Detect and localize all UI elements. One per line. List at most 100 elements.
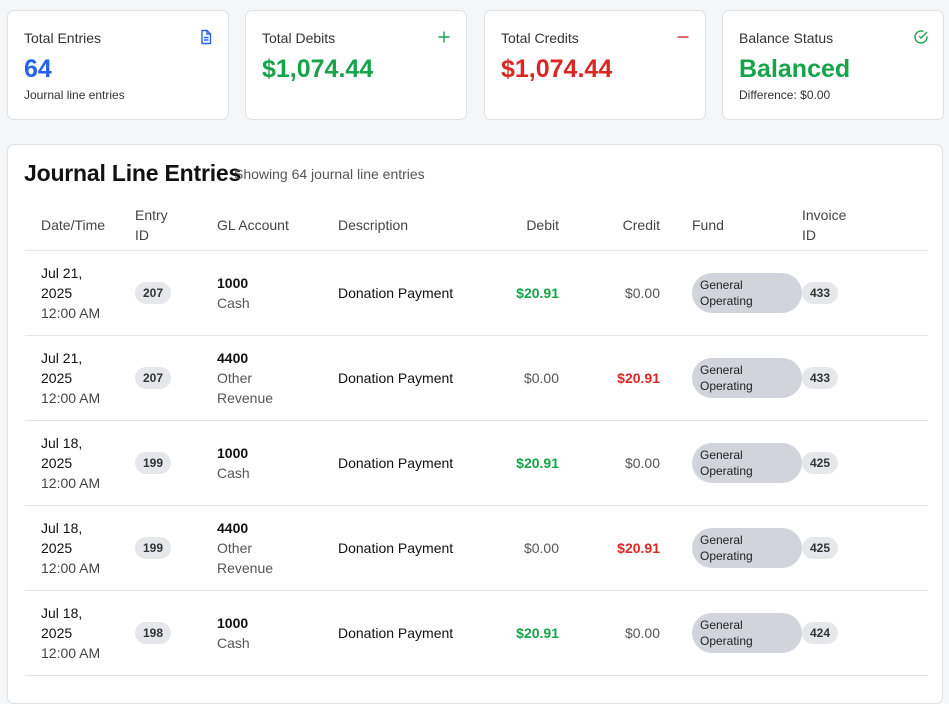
plus-icon	[438, 31, 450, 43]
card-title: Total Debits	[262, 30, 336, 46]
entries-count-text: Showing 64 journal line entries	[234, 166, 425, 182]
description-cell: Donation Payment	[338, 335, 474, 421]
account-name: Other Revenue	[217, 369, 274, 406]
entry-time: 12:00 AM	[41, 304, 101, 321]
card-value: $1,074.44	[501, 55, 613, 83]
entry-time: 12:00 AM	[41, 474, 101, 491]
fund-badge: General Operating	[692, 527, 802, 568]
invoice-id-badge[interactable]: 425	[802, 536, 839, 559]
debit-cell: $20.91	[474, 420, 559, 506]
table-row[interactable]: Jul 18, 2025 12:00 AM 198 1000 Cash Donation …	[25, 590, 928, 676]
invoice-id-cell: 424	[802, 590, 928, 676]
column-header-description[interactable]: Description	[338, 201, 474, 251]
account-name: Cash	[217, 464, 250, 481]
entry-id-badge[interactable]: 207	[135, 366, 172, 389]
credit-cell: $20.91	[559, 335, 660, 421]
column-header-credit[interactable]: Credit	[559, 201, 660, 251]
date-cell: Jul 18, 2025 12:00 AM	[25, 505, 135, 591]
account-name: Cash	[217, 634, 250, 651]
minus-icon	[677, 36, 689, 38]
entry-id-cell: 207	[135, 250, 217, 336]
check-circle-icon	[914, 30, 928, 44]
date-cell: Jul 21, 2025 12:00 AM	[25, 335, 135, 421]
entry-date: Jul 21, 2025	[41, 349, 83, 386]
fund-badge: General Operating	[692, 357, 802, 398]
account-name: Cash	[217, 294, 250, 311]
credit-cell: $0.00	[559, 590, 660, 676]
gl-account-cell: 1000 Cash	[217, 420, 338, 506]
card-title: Total Credits	[501, 30, 579, 46]
entry-time: 12:00 AM	[41, 559, 101, 576]
fund-badge: General Operating	[692, 272, 802, 313]
invoice-id-cell: 425	[802, 505, 928, 591]
description-cell: Donation Payment	[338, 420, 474, 506]
invoice-id-badge[interactable]: 433	[802, 366, 839, 389]
description-cell: Donation Payment	[338, 590, 474, 676]
date-cell: Jul 18, 2025 12:00 AM	[25, 420, 135, 506]
column-header-entry-id-label: Entry ID	[135, 207, 168, 244]
credit-cell: $0.00	[559, 420, 660, 506]
column-header-debit[interactable]: Debit	[474, 201, 559, 251]
entry-time: 12:00 AM	[41, 389, 101, 406]
invoice-id-badge[interactable]: 425	[802, 451, 839, 474]
summary-cards: Total Entries 64 Journal line entries To…	[7, 10, 944, 120]
entry-time: 12:00 AM	[41, 644, 101, 661]
gl-account-cell: 4400 Other Revenue	[217, 335, 338, 421]
date-cell: Jul 18, 2025 12:00 AM	[25, 590, 135, 676]
table-row[interactable]: Jul 21, 2025 12:00 AM 207 4400 Other Revenue…	[25, 335, 928, 421]
debit-cell: $20.91	[474, 250, 559, 336]
total-credits-card: Total Credits $1,074.44	[484, 10, 706, 120]
description-cell: Donation Payment	[338, 505, 474, 591]
fund-cell: General Operating	[660, 420, 802, 506]
table-header-row: Date/Time Entry ID GL Account Descriptio…	[25, 201, 928, 251]
column-header-invoice-id-label: Invoice ID	[802, 207, 847, 244]
entry-id-badge[interactable]: 199	[135, 451, 172, 474]
debit-cell: $0.00	[474, 335, 559, 421]
column-header-date[interactable]: Date/Time	[25, 201, 135, 251]
balance-status-card: Balance Status Balanced Difference: $0.0…	[722, 10, 944, 120]
journal-panel: Journal Line Entries Showing 64 journal …	[7, 144, 943, 704]
table-row[interactable]: Jul 18, 2025 12:00 AM 199 4400 Other Revenue…	[25, 505, 928, 591]
column-header-entry-id[interactable]: Entry ID	[135, 201, 217, 251]
account-number: 4400	[217, 519, 249, 536]
invoice-id-badge[interactable]: 424	[802, 621, 839, 644]
journal-table: Date/Time Entry ID GL Account Descriptio…	[25, 201, 928, 676]
account-number: 4400	[217, 349, 249, 366]
column-header-gl-account[interactable]: GL Account	[217, 201, 338, 251]
document-icon	[201, 29, 212, 45]
entry-id-cell: 198	[135, 590, 217, 676]
page-title: Journal Line Entries	[24, 160, 242, 186]
account-number: 1000	[217, 444, 249, 461]
table-row[interactable]: Jul 21, 2025 12:00 AM 207 1000 Cash Donation …	[25, 250, 928, 336]
entry-id-cell: 199	[135, 505, 217, 591]
entry-id-badge[interactable]: 198	[135, 621, 172, 644]
table-row[interactable]: Jul 18, 2025 12:00 AM 199 1000 Cash Donation …	[25, 420, 928, 506]
card-value: $1,074.44	[262, 55, 374, 83]
fund-cell: General Operating	[660, 505, 802, 591]
entry-id-cell: 199	[135, 420, 217, 506]
fund-cell: General Operating	[660, 250, 802, 336]
card-subtitle: Difference: $0.00	[739, 88, 831, 102]
credit-cell: $0.00	[559, 250, 660, 336]
account-number: 1000	[217, 614, 249, 631]
fund-badge: General Operating	[692, 442, 802, 483]
entry-id-badge[interactable]: 207	[135, 281, 172, 304]
gl-account-cell: 1000 Cash	[217, 590, 338, 676]
card-value: Balanced	[739, 55, 851, 83]
account-name: Other Revenue	[217, 539, 274, 576]
gl-account-cell: 4400 Other Revenue	[217, 505, 338, 591]
debit-cell: $20.91	[474, 590, 559, 676]
date-cell: Jul 21, 2025 12:00 AM	[25, 250, 135, 336]
card-title: Total Entries	[24, 30, 102, 46]
total-entries-card: Total Entries 64 Journal line entries	[7, 10, 229, 120]
entry-id-badge[interactable]: 199	[135, 536, 172, 559]
fund-badge: General Operating	[692, 612, 802, 653]
invoice-id-cell: 433	[802, 335, 928, 421]
card-title: Balance Status	[739, 30, 834, 46]
gl-account-cell: 1000 Cash	[217, 250, 338, 336]
credit-cell: $20.91	[559, 505, 660, 591]
entry-date: Jul 18, 2025	[41, 434, 83, 471]
column-header-fund[interactable]: Fund	[660, 201, 802, 251]
invoice-id-badge[interactable]: 433	[802, 281, 839, 304]
column-header-invoice-id[interactable]: Invoice ID	[802, 201, 928, 251]
